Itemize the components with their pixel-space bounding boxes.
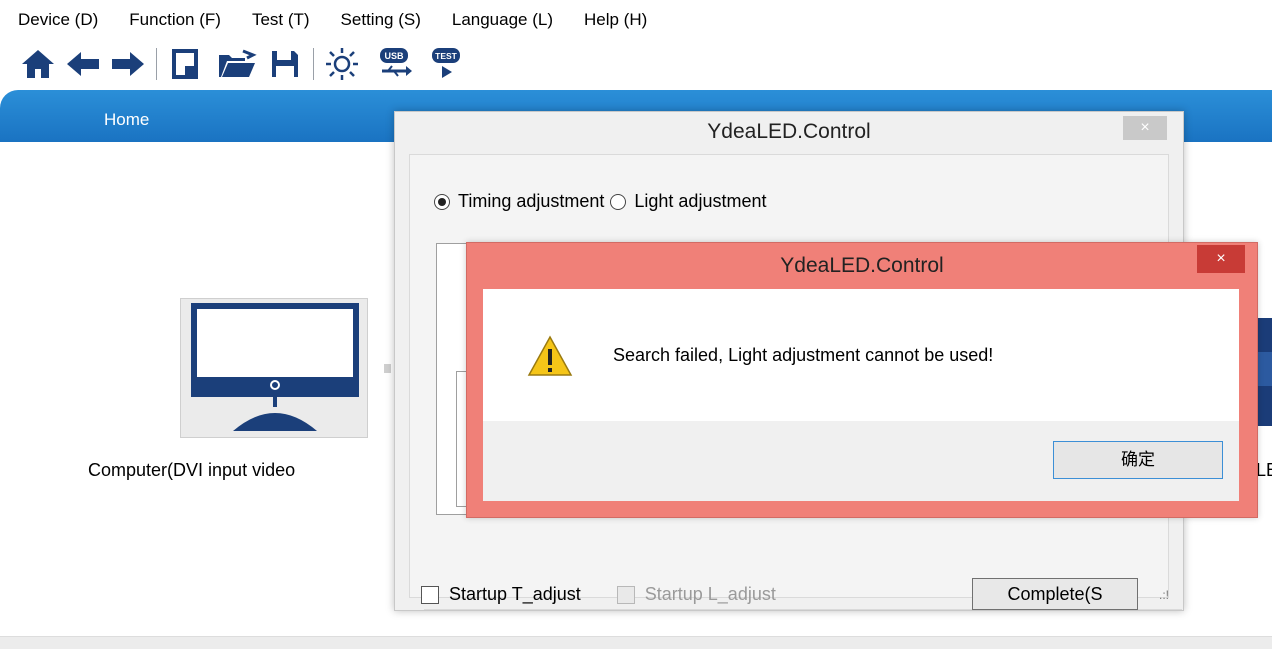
home-button[interactable]	[18, 44, 58, 84]
warning-icon	[527, 335, 573, 376]
control-dialog-title: YdeaLED.Control	[707, 120, 871, 143]
menu-bar: Device (D) Function (F) Test (T) Setting…	[0, 0, 1272, 40]
toolbar-separator	[313, 48, 314, 80]
status-bar	[0, 636, 1272, 649]
computer-monitor-icon	[191, 303, 359, 431]
adjustment-mode-radios: Timing adjustment Light adjustment	[434, 191, 766, 212]
forward-button[interactable]	[108, 44, 148, 84]
home-icon	[22, 50, 54, 78]
computer-label: Computer(DVI input video	[88, 460, 296, 480]
startup-t-label: Startup T_adjust	[449, 584, 581, 604]
complete-button[interactable]: Complete(S	[972, 578, 1138, 610]
save-button[interactable]	[265, 44, 305, 84]
test-button[interactable]: TEST	[426, 44, 466, 84]
menu-device[interactable]: Device (D)	[0, 0, 119, 40]
tab-home[interactable]: Home	[104, 110, 149, 130]
alert-dialog-close-button[interactable]: ×	[1197, 245, 1245, 273]
toolbar: USB TEST	[0, 42, 1272, 86]
radio-light[interactable]	[610, 193, 627, 210]
brightness-icon	[326, 48, 358, 80]
new-button[interactable]	[165, 44, 205, 84]
control-dialog-close-button[interactable]: ×	[1123, 116, 1167, 140]
usb-icon-text: USB	[384, 51, 404, 61]
test-icon: TEST	[432, 48, 460, 78]
led-panel-tile-band	[1256, 352, 1272, 386]
test-icon-text: TEST	[435, 51, 458, 61]
usb-button[interactable]: USB	[374, 44, 414, 84]
alert-dialog-body: Search failed, Light adjustment cannot b…	[483, 289, 1239, 501]
radio-light-label: Light adjustment	[634, 191, 767, 211]
new-file-icon	[172, 49, 198, 79]
menu-test[interactable]: Test (T)	[242, 0, 331, 40]
back-arrow-icon	[67, 52, 99, 76]
menu-setting[interactable]: Setting (S)	[331, 0, 442, 40]
alert-message: Search failed, Light adjustment cannot b…	[613, 345, 994, 365]
computer-device-tile[interactable]	[180, 298, 368, 438]
alert-button-area: 确定	[483, 421, 1239, 501]
forward-arrow-icon	[112, 52, 144, 76]
startup-l-label: Startup L_adjust	[644, 584, 776, 604]
menu-language[interactable]: Language (L)	[442, 0, 574, 40]
startup-l-checkbox	[616, 585, 635, 604]
alert-dialog-title: YdeaLED.Control	[780, 254, 944, 277]
radio-timing[interactable]	[434, 193, 450, 210]
open-button[interactable]	[217, 44, 257, 84]
open-folder-icon	[219, 49, 257, 77]
menu-function[interactable]: Function (F)	[119, 0, 242, 40]
radio-timing-label: Timing adjustment	[458, 191, 605, 211]
brightness-button[interactable]	[322, 44, 362, 84]
ok-button[interactable]: 确定	[1053, 441, 1223, 479]
startup-t-checkbox[interactable]	[421, 585, 439, 604]
usb-icon: USB	[380, 48, 412, 77]
save-icon	[272, 51, 298, 77]
resize-grip[interactable]: .:!	[1159, 588, 1169, 602]
alert-dialog: YdeaLED.Control × Search failed, Light a…	[466, 242, 1258, 518]
led-label-fragment: LE	[1256, 460, 1272, 480]
menu-help[interactable]: Help (H)	[574, 0, 668, 40]
connector-dot	[384, 364, 391, 373]
toolbar-separator	[156, 48, 157, 80]
back-button[interactable]	[63, 44, 103, 84]
startup-options: Startup T_adjust Startup L_adjust	[421, 584, 776, 605]
